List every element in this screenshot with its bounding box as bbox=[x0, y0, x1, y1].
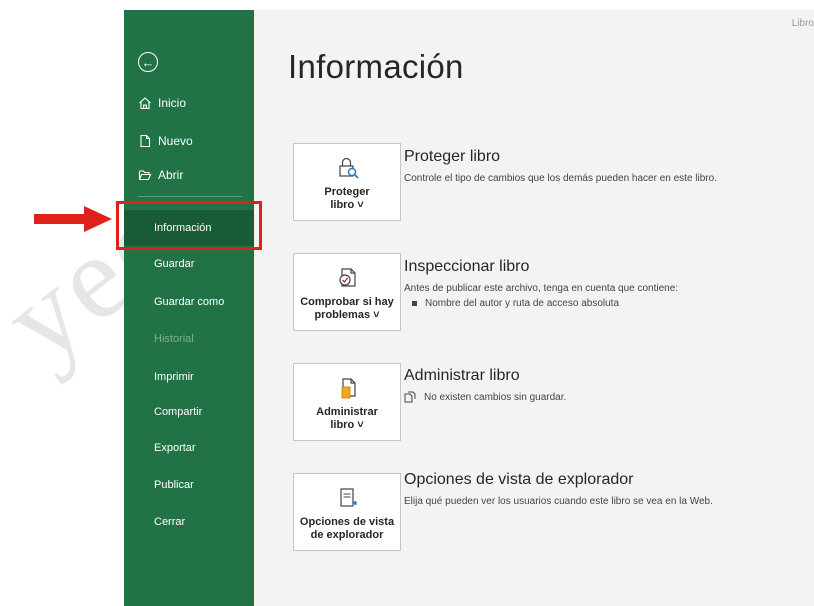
sidebar-item-label: Inicio bbox=[158, 96, 187, 110]
window-title-hint: Libro bbox=[791, 18, 814, 29]
highlight-box bbox=[116, 201, 262, 250]
page-title: Información bbox=[288, 48, 464, 85]
sidebar-item-compartir[interactable]: Compartir bbox=[154, 406, 202, 418]
sidebar-item-historial: Historial bbox=[154, 333, 194, 345]
section-title-administrar: Administrar libro bbox=[404, 367, 520, 384]
protect-workbook-button[interactable]: Proteger libro ˅ bbox=[293, 143, 401, 221]
sidebar-divider bbox=[138, 196, 242, 197]
card-label: Proteger libro ˅ bbox=[324, 186, 370, 211]
bullet-icon bbox=[412, 301, 417, 306]
document-versions-icon bbox=[404, 391, 416, 403]
card-label: Comprobar si hay problemas ˅ bbox=[300, 296, 394, 321]
section-title-opciones: Opciones de vista de explorador bbox=[404, 471, 634, 488]
sidebar-item-nuevo[interactable]: Nuevo bbox=[138, 134, 193, 148]
sidebar-item-guardar-como[interactable]: Guardar como bbox=[154, 296, 224, 308]
sidebar-item-label: Nuevo bbox=[158, 134, 193, 148]
red-arrow-icon bbox=[34, 206, 112, 232]
sidebar-item-exportar[interactable]: Exportar bbox=[154, 442, 196, 454]
card-label: Administrar libro ˅ bbox=[316, 406, 378, 431]
manage-workbook-icon bbox=[341, 378, 356, 399]
new-document-icon bbox=[140, 134, 151, 148]
status-line: No existen cambios sin guardar. bbox=[404, 391, 566, 403]
section-description-proteger: Controle el tipo de cambios que los demá… bbox=[404, 173, 717, 184]
back-arrow-icon[interactable]: ← bbox=[138, 52, 158, 72]
section-description-opciones: Elija qué pueden ver los usuarios cuando… bbox=[404, 496, 713, 507]
sidebar-item-guardar[interactable]: Guardar bbox=[154, 258, 194, 270]
bullet-item: Nombre del autor y ruta de acceso absolu… bbox=[412, 298, 619, 309]
sidebar-item-cerrar[interactable]: Cerrar bbox=[154, 516, 185, 528]
manage-workbook-button[interactable]: Administrar libro ˅ bbox=[293, 363, 401, 441]
sidebar-item-abrir[interactable]: Abrir bbox=[138, 168, 183, 182]
lock-search-icon bbox=[339, 157, 359, 179]
sidebar-item-imprimir[interactable]: Imprimir bbox=[154, 371, 194, 383]
section-title-inspeccionar: Inspeccionar libro bbox=[404, 258, 530, 275]
section-description-inspeccionar: Antes de publicar este archivo, tenga en… bbox=[404, 283, 679, 294]
open-folder-icon bbox=[138, 170, 152, 181]
browser-view-options-button[interactable]: Opciones de vista de explorador bbox=[293, 473, 401, 551]
backstage-sidebar: ← Inicio Nuevo Abrir Información Guardar… bbox=[124, 10, 254, 606]
home-icon bbox=[139, 97, 151, 110]
sidebar-item-label: Abrir bbox=[158, 168, 184, 182]
section-description-administrar: No existen cambios sin guardar. bbox=[424, 391, 567, 403]
section-title-proteger: Proteger libro bbox=[404, 148, 501, 165]
sidebar-item-publicar[interactable]: Publicar bbox=[154, 479, 194, 491]
browser-view-icon bbox=[340, 488, 357, 507]
check-issues-button[interactable]: Comprobar si hay problemas ˅ bbox=[293, 253, 401, 331]
inspect-document-icon bbox=[339, 268, 356, 287]
main-content: Libro Información Proteger libro ˅ Prote… bbox=[254, 10, 814, 606]
card-label: Opciones de vista de explorador bbox=[299, 516, 395, 541]
bullet-text: Nombre del autor y ruta de acceso absolu… bbox=[425, 298, 619, 309]
sidebar-item-inicio[interactable]: Inicio bbox=[138, 96, 186, 110]
